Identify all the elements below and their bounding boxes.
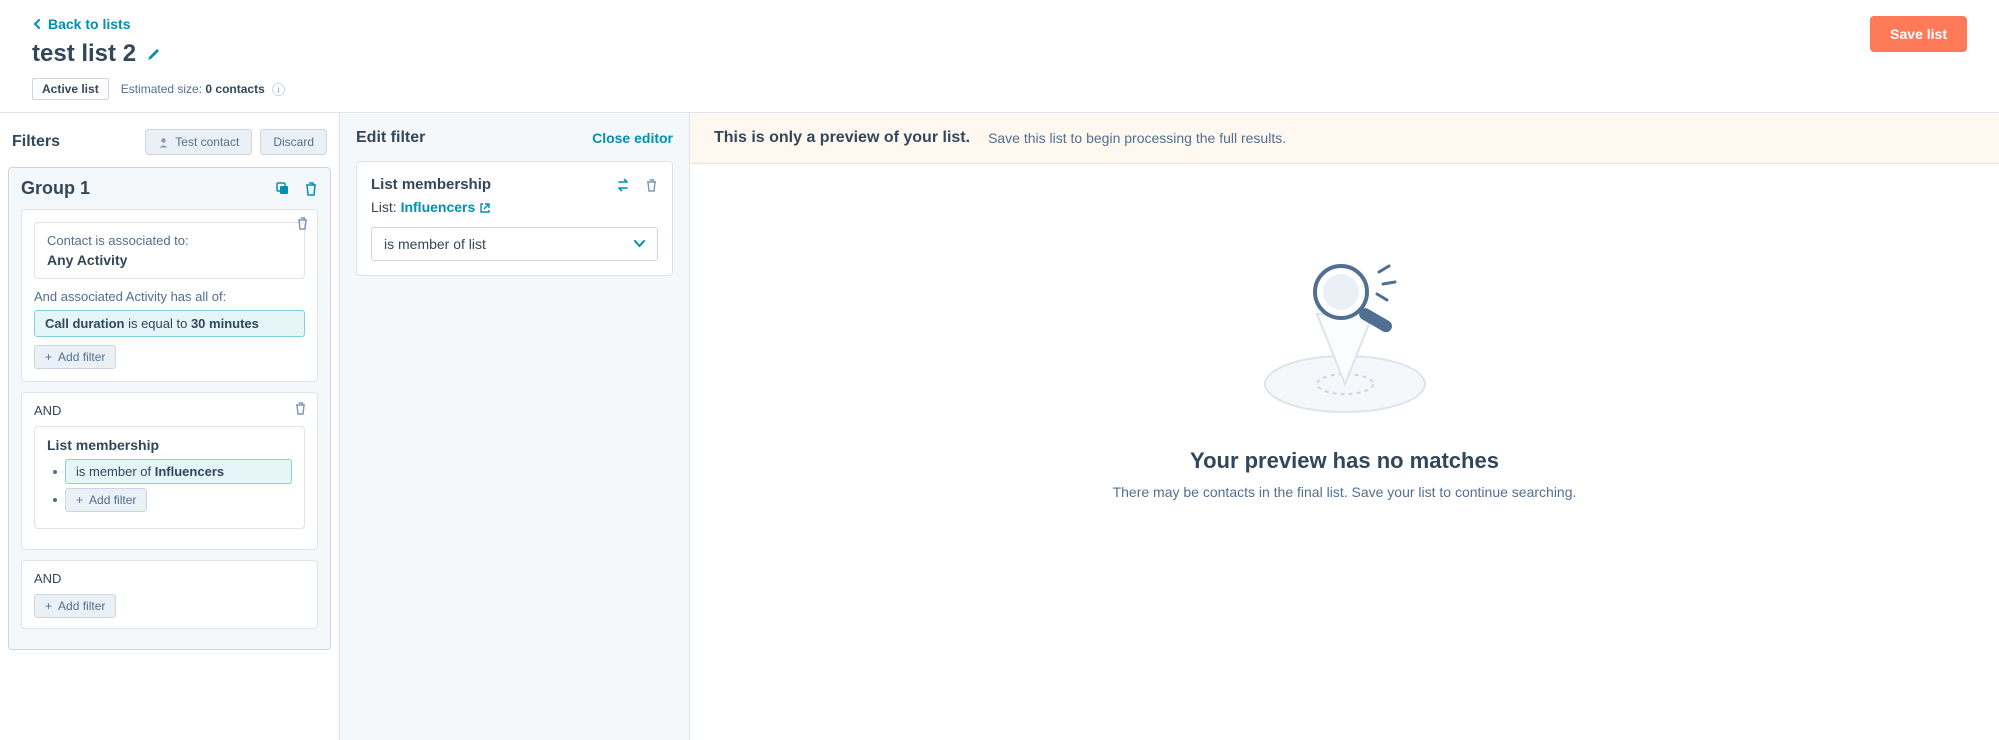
delete-filter-icon[interactable] xyxy=(294,401,307,415)
test-contact-label: Test contact xyxy=(175,135,239,149)
editor-column: Edit filter Close editor List membership… xyxy=(340,113,690,740)
and-associated-text: And associated Activity has all of: xyxy=(34,289,305,304)
add-filter-label: Add filter xyxy=(58,599,105,613)
empty-sub: There may be contacts in the final list.… xyxy=(730,484,1959,500)
preview-banner: This is only a preview of your list. Sav… xyxy=(690,113,1999,164)
swap-icon[interactable] xyxy=(616,178,631,192)
add-filter-label: Add filter xyxy=(58,350,105,364)
filter-block-activity: Contact is associated to: Any Activity A… xyxy=(21,209,318,382)
filter-group: Group 1 Contact is associated to: xyxy=(8,167,331,650)
list-link[interactable]: Influencers xyxy=(401,199,492,215)
plus-icon: + xyxy=(45,599,52,613)
rule-prefix: is member of xyxy=(76,464,155,479)
preview-empty-state: Your preview has no matches There may be… xyxy=(690,164,1999,580)
delete-group-icon[interactable] xyxy=(304,181,318,196)
preview-banner-sub: Save this list to begin processing the f… xyxy=(988,130,1286,146)
back-link-label: Back to lists xyxy=(48,16,130,32)
close-editor-link[interactable]: Close editor xyxy=(592,130,673,146)
rule-mid: is equal to xyxy=(124,316,191,331)
editor-header: Edit filter Close editor xyxy=(356,129,673,147)
bullet-icon xyxy=(53,470,57,474)
filter-block-membership: AND List membership is member of Influen… xyxy=(21,392,318,550)
group-title: Group 1 xyxy=(21,178,90,199)
list-line: List: Influencers xyxy=(371,199,658,215)
external-link-icon xyxy=(479,202,491,214)
add-filter-row: + Add filter xyxy=(53,488,292,512)
call-duration-rule[interactable]: Call duration is equal to 30 minutes xyxy=(34,310,305,337)
membership-inner: List membership is member of Influencers… xyxy=(34,426,305,529)
delete-filter-icon[interactable] xyxy=(296,216,309,230)
estimated-size: Estimated size: 0 contacts i xyxy=(121,82,285,97)
group-header: Group 1 xyxy=(21,178,318,199)
header-left: Back to lists test list 2 Active list Es… xyxy=(32,16,1870,100)
back-link[interactable]: Back to lists xyxy=(32,16,130,32)
empty-title: Your preview has no matches xyxy=(730,448,1959,474)
list-name: Influencers xyxy=(401,199,476,215)
editor-card-header: List membership xyxy=(371,176,658,193)
membership-title: List membership xyxy=(47,437,292,453)
list-type-badge: Active list xyxy=(32,78,109,100)
add-filter-label: Add filter xyxy=(89,493,136,507)
editor-card: List membership List: Influencers is mem… xyxy=(356,161,673,276)
assoc-label: Contact is associated to: xyxy=(47,233,292,248)
add-filter-button[interactable]: + Add filter xyxy=(34,345,116,369)
delete-icon[interactable] xyxy=(645,178,658,192)
caret-down-icon xyxy=(634,240,645,248)
page-title: test list 2 xyxy=(32,40,136,68)
rule-field: Call duration xyxy=(45,316,124,331)
membership-rule-row: is member of Influencers xyxy=(53,459,292,484)
est-prefix: Estimated size: xyxy=(121,82,206,96)
meta-row: Active list Estimated size: 0 contacts i xyxy=(32,78,1870,100)
save-list-button[interactable]: Save list xyxy=(1870,16,1967,52)
body-grid: Filters Test contact Discard Group 1 xyxy=(0,113,1999,740)
chevron-left-icon xyxy=(32,19,42,29)
editor-card-title: List membership xyxy=(371,176,491,193)
edit-title-icon[interactable] xyxy=(146,46,162,62)
user-icon xyxy=(158,137,169,148)
title-row: test list 2 xyxy=(32,40,1870,68)
preview-banner-title: This is only a preview of your list. xyxy=(714,129,970,147)
editor-card-actions xyxy=(616,178,658,192)
editor-title: Edit filter xyxy=(356,129,425,147)
plus-icon: + xyxy=(45,350,52,364)
filters-title: Filters xyxy=(12,133,60,151)
magnifier-illustration-icon xyxy=(730,244,1959,424)
plus-icon: + xyxy=(76,493,83,507)
test-contact-button[interactable]: Test contact xyxy=(145,129,252,155)
and-label: AND xyxy=(34,403,305,418)
condition-select[interactable]: is member of list xyxy=(371,227,658,261)
filters-header: Filters Test contact Discard xyxy=(8,129,331,167)
est-value: 0 contacts xyxy=(205,82,264,96)
rule-list-name: Influencers xyxy=(155,464,224,479)
discard-button[interactable]: Discard xyxy=(260,129,327,155)
select-value: is member of list xyxy=(384,236,486,252)
rule-value: 30 minutes xyxy=(191,316,259,331)
filter-block-empty-and: AND + Add filter xyxy=(21,560,318,629)
assoc-value: Any Activity xyxy=(47,252,292,268)
preview-column: This is only a preview of your list. Sav… xyxy=(690,113,1999,740)
and-label: AND xyxy=(34,571,305,586)
clone-group-icon[interactable] xyxy=(275,181,290,196)
assoc-box[interactable]: Contact is associated to: Any Activity xyxy=(34,222,305,279)
page-header: Back to lists test list 2 Active list Es… xyxy=(0,0,1999,113)
filters-actions: Test contact Discard xyxy=(145,129,327,155)
info-icon[interactable]: i xyxy=(272,83,285,96)
add-filter-button[interactable]: + Add filter xyxy=(34,594,116,618)
add-filter-button[interactable]: + Add filter xyxy=(65,488,147,512)
list-label: List: xyxy=(371,199,401,215)
bullet-icon xyxy=(53,498,57,502)
group-actions xyxy=(275,181,318,196)
membership-rule[interactable]: is member of Influencers xyxy=(65,459,292,484)
filters-column: Filters Test contact Discard Group 1 xyxy=(0,113,340,740)
